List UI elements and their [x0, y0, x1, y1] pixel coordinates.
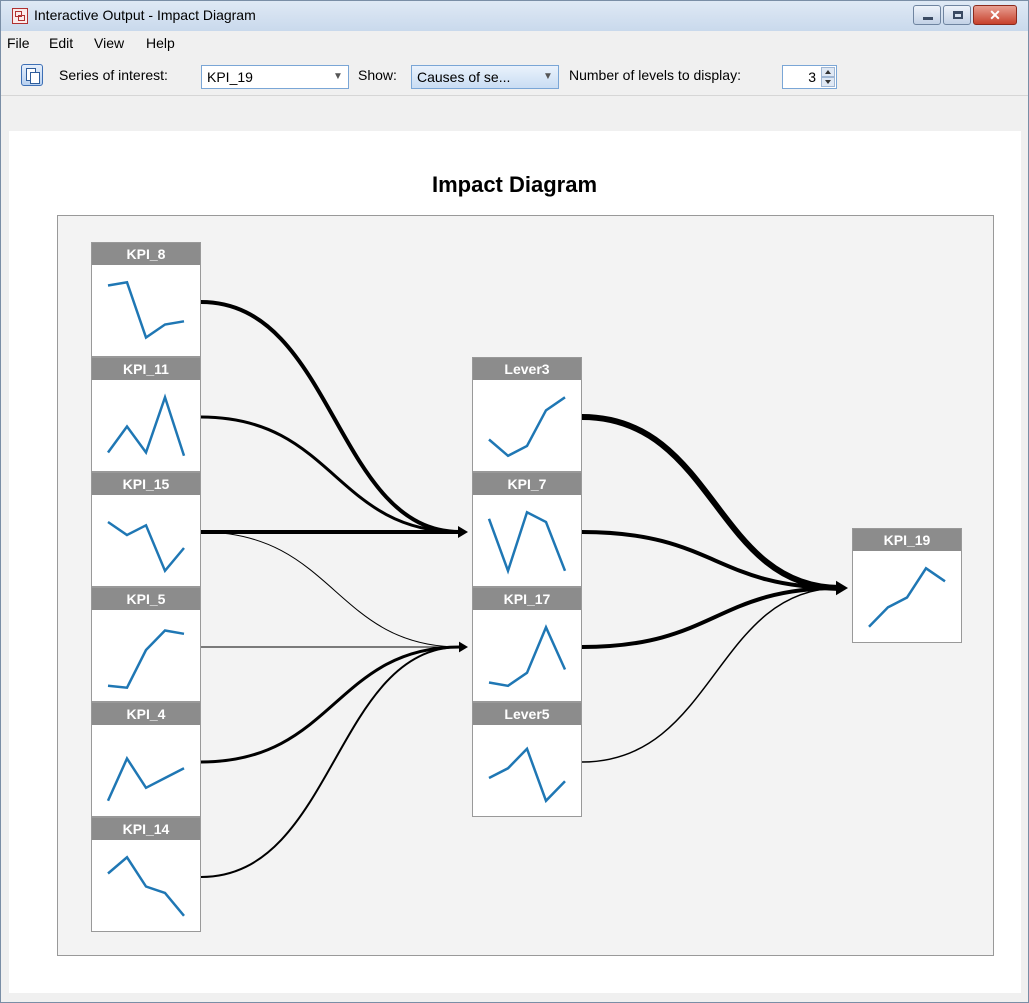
toolbar: Series of interest: KPI_19 ▼ Show: Cause… [1, 57, 1028, 96]
series-select[interactable]: KPI_19 ▼ [201, 65, 349, 89]
maximize-button[interactable] [943, 5, 971, 25]
show-label: Show: [358, 67, 397, 83]
sparkline [107, 629, 185, 690]
node-label: KPI_7 [473, 473, 581, 495]
node-label: KPI_15 [92, 473, 200, 495]
node-label: KPI_5 [92, 588, 200, 610]
sparkline-path [107, 855, 185, 917]
stepper-down-icon[interactable] [821, 77, 835, 87]
levels-value: 3 [808, 69, 816, 85]
menu-file[interactable]: File [7, 35, 30, 51]
node-kpi-5[interactable]: KPI_5 [91, 587, 201, 702]
sparkline [106, 755, 185, 802]
chart-title: Impact Diagram [431, 172, 598, 197]
window-title: Interactive Output - Impact Diagram [34, 7, 256, 23]
node-label: KPI_17 [473, 588, 581, 610]
levels-label: Number of levels to display: [569, 67, 741, 83]
node-kpi-15[interactable]: KPI_15 [91, 472, 201, 587]
maximize-icon [953, 11, 963, 19]
sparkline-path [487, 510, 567, 575]
node-label: Lever5 [473, 703, 581, 725]
close-button[interactable]: ✕ [973, 5, 1017, 25]
menu-edit[interactable]: Edit [49, 35, 73, 51]
sparkline-path [106, 393, 186, 457]
minimize-button[interactable] [913, 5, 941, 25]
show-select[interactable]: Causes of se... ▼ [411, 65, 559, 89]
node-kpi-14[interactable]: KPI_14 [91, 817, 201, 932]
sparkline-path [868, 566, 946, 628]
show-value: Causes of se... [417, 69, 511, 85]
sparkline [487, 510, 567, 575]
sparkline [868, 566, 946, 628]
copy-button[interactable] [21, 64, 43, 86]
node-label: KPI_8 [92, 243, 200, 265]
node-lever3[interactable]: Lever3 [472, 357, 582, 472]
sparkline [488, 746, 566, 804]
node-kpi-4[interactable]: KPI_4 [91, 702, 201, 817]
sparkline [488, 624, 567, 688]
chevron-down-icon: ▼ [333, 71, 343, 82]
node-label: KPI_11 [92, 358, 200, 380]
node-kpi-19[interactable]: KPI_19 [852, 528, 962, 643]
menu-view[interactable]: View [94, 35, 124, 51]
node-kpi-8[interactable]: KPI_8 [91, 242, 201, 357]
node-kpi-7[interactable]: KPI_7 [472, 472, 582, 587]
sparkline-path [488, 624, 567, 688]
sparkline [488, 396, 566, 458]
minimize-icon [923, 17, 933, 20]
stepper-up-icon[interactable] [821, 67, 835, 77]
levels-stepper[interactable]: 3 [782, 65, 837, 89]
node-kpi-17[interactable]: KPI_17 [472, 587, 582, 702]
sparkline [107, 520, 185, 574]
chevron-down-icon: ▼ [543, 71, 553, 82]
series-label: Series of interest: [59, 67, 168, 83]
sparkline [107, 280, 185, 340]
node-label: Lever3 [473, 358, 581, 380]
node-lever5[interactable]: Lever5 [472, 702, 582, 817]
node-kpi-11[interactable]: KPI_11 [91, 357, 201, 472]
menu-bar: File Edit View Help [1, 31, 1028, 55]
sparkline [107, 855, 185, 917]
menu-help[interactable]: Help [146, 35, 175, 51]
close-icon: ✕ [989, 7, 1001, 23]
series-value: KPI_19 [207, 69, 253, 85]
sparkline-path [107, 629, 185, 690]
sparkline-path [488, 396, 566, 458]
title-bar[interactable]: Interactive Output - Impact Diagram ✕ [1, 1, 1028, 31]
node-label: KPI_4 [92, 703, 200, 725]
sparkline-path [107, 520, 185, 574]
sparkline [106, 393, 186, 457]
sparkline-path [106, 755, 185, 802]
node-label: KPI_14 [92, 818, 200, 840]
sparkline-path [488, 746, 566, 804]
node-label: KPI_19 [853, 529, 961, 551]
app-icon [12, 8, 28, 24]
sparkline-path [107, 280, 185, 340]
